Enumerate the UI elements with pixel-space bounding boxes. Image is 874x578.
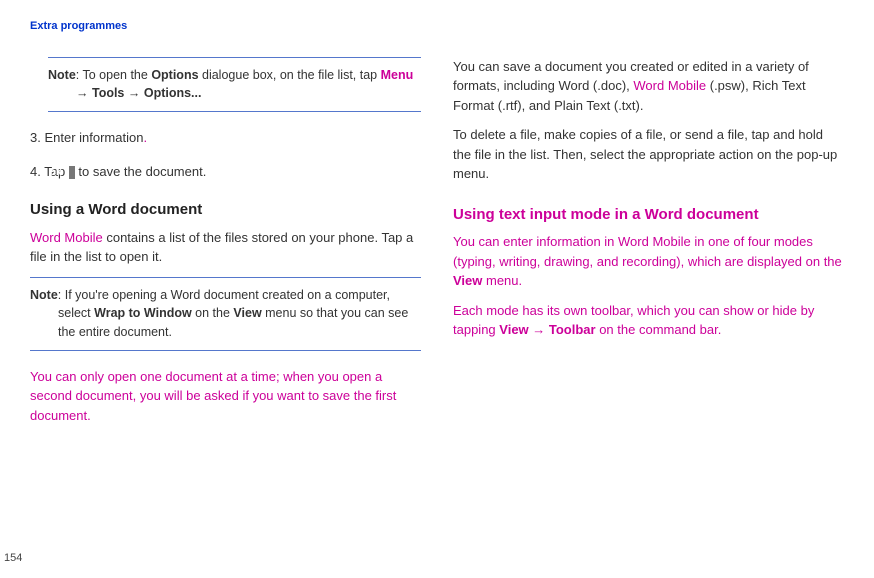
step3-text: Enter information — [41, 130, 144, 145]
step3-dot: . — [143, 130, 147, 145]
para4-view: View — [499, 322, 528, 337]
note-box-1: Note: To open the Options dialogue box, … — [48, 57, 421, 113]
step-4: 4. Tap ok to save the document. — [30, 162, 421, 182]
para3-view: View — [453, 273, 482, 288]
para4-b: on the command bar. — [596, 322, 722, 337]
page-number: 154 — [4, 550, 22, 567]
left-column: Note: To open the Options dialogue box, … — [30, 57, 421, 436]
note1-tools: Tools — [92, 86, 124, 100]
content-columns: Note: To open the Options dialogue box, … — [30, 57, 844, 436]
heading-text-input-mode: Using text input mode in a Word document — [453, 204, 844, 227]
note2-label: Note — [30, 288, 58, 302]
note1-menu: Menu — [381, 68, 414, 82]
section-title-text: Extra programmes — [30, 20, 127, 32]
word-mobile-link-1: Word Mobile — [30, 230, 103, 245]
para-one-document: You can only open one document at a time… — [30, 367, 421, 426]
para4-toolbar-word: Toolbar — [549, 322, 596, 337]
word-mobile-link-3: Word Mobile — [618, 234, 691, 249]
note1-content: Note: To open the Options dialogue box, … — [48, 66, 421, 104]
right-column: You can save a document you created or e… — [453, 57, 844, 436]
note1-arrow2: → — [124, 86, 143, 100]
para3-c: menu. — [482, 273, 522, 288]
note2-content: Note: If you're opening a Word document … — [30, 286, 421, 342]
para-toolbar: Each mode has its own toolbar, which you… — [453, 301, 844, 340]
note2-view: View — [233, 306, 261, 320]
para-word-mobile-list: Word Mobile contains a list of the files… — [30, 228, 421, 267]
para3-a: You can enter information in — [453, 234, 618, 249]
note1-options-item: Options... — [144, 86, 202, 100]
note1-options-word: Options — [151, 68, 198, 82]
step4-text-b: to save the document. — [75, 164, 207, 179]
para-delete-file: To delete a file, make copies of a file,… — [453, 125, 844, 184]
step4-number: 4. — [30, 164, 41, 179]
note1-text-a: : To open the — [76, 68, 152, 82]
note1-arrow1: → — [76, 86, 92, 100]
note1-label: Note — [48, 68, 76, 82]
heading-using-word-doc: Using a Word document — [30, 199, 421, 222]
note1-text-b: dialogue box, on the file list, tap — [199, 68, 381, 82]
section-header: Extra programmes — [30, 18, 844, 35]
note-box-2: Note: If you're opening a Word document … — [30, 277, 421, 351]
step3-number: 3. — [30, 130, 41, 145]
note2-text-b: on the — [192, 306, 234, 320]
para-four-modes: You can enter information in Word Mobile… — [453, 232, 844, 291]
word-mobile-link-2: Word Mobile — [633, 78, 706, 93]
para4-arrow: → — [529, 322, 549, 337]
step-3: 3. Enter information. — [30, 128, 421, 148]
note2-wrap: Wrap to Window — [94, 306, 192, 320]
para-save-formats: You can save a document you created or e… — [453, 57, 844, 116]
